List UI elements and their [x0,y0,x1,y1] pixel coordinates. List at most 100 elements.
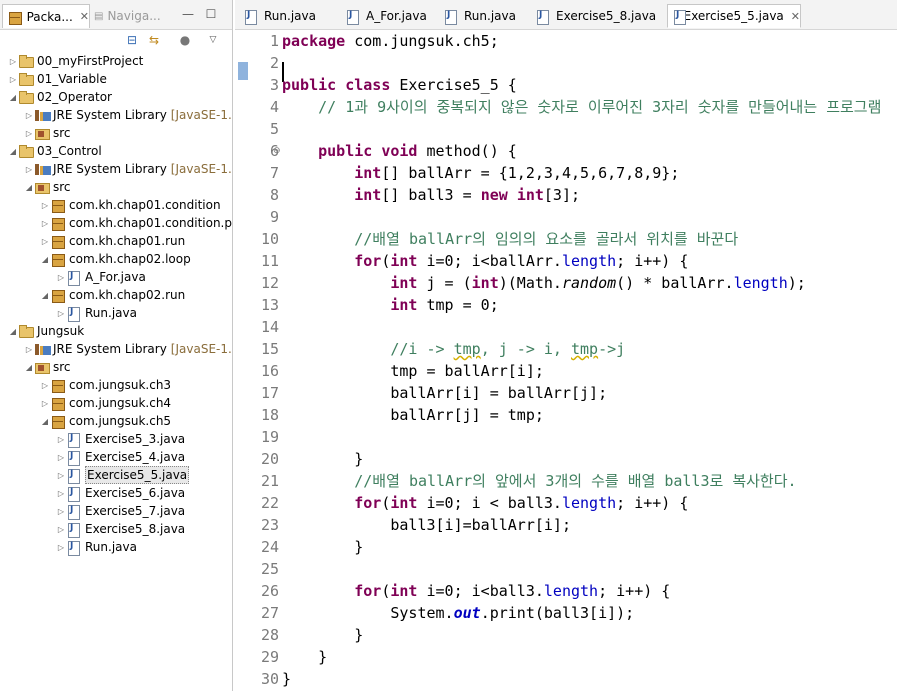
tree-item[interactable]: ▷ Exercise5_5.java [56,466,190,484]
collapsed-arrow-icon[interactable]: ▷ [56,484,66,502]
tree-item[interactable]: ▷ com.kh.chap01.condition.pra [40,214,232,232]
expanded-arrow-icon[interactable]: ◢ [8,142,18,160]
collapse-all-icon[interactable]: ⊟ [124,32,140,48]
tree-item[interactable]: ◢ src [24,178,71,196]
view-menu-icon[interactable]: ▽ [205,32,221,48]
tree-item[interactable]: ▷ A_For.java [56,268,146,286]
tree-item[interactable]: ▷ com.jungsuk.ch3 [40,376,171,394]
tree-item[interactable]: ▷ com.kh.chap01.run [40,232,185,250]
expanded-arrow-icon[interactable]: ◢ [40,286,50,304]
collapsed-arrow-icon[interactable]: ▷ [56,448,66,466]
collapsed-arrow-icon[interactable]: ▷ [40,376,50,394]
editor-tab[interactable]: Run.java [239,4,335,28]
tree-item[interactable]: ▷ Exercise5_8.java [56,520,185,538]
collapsed-arrow-icon[interactable]: ▷ [56,304,66,322]
collapsed-arrow-icon[interactable]: ▷ [56,520,66,538]
code-line[interactable]: } [282,536,363,558]
code-line[interactable]: for(int i=0; i<ballArr.length; i++) { [282,250,688,272]
expanded-arrow-icon[interactable]: ◢ [24,178,34,196]
tab-package-explorer[interactable]: Packa... ✕ [2,4,90,28]
tree-item[interactable]: ▷ JRE System Library[JavaSE-1.8] [24,106,232,124]
tree-item[interactable]: ▷ Run.java [56,538,137,556]
code-token: int [390,296,418,314]
tree-item[interactable]: ▷ 01_Variable [8,70,107,88]
collapsed-arrow-icon[interactable]: ▷ [40,196,50,214]
code-line[interactable]: tmp = ballArr[i]; [282,360,544,382]
tree-item[interactable]: ◢ Jungsuk [8,322,84,340]
tree-item[interactable]: ▷ com.jungsuk.ch4 [40,394,171,412]
collapsed-arrow-icon[interactable]: ▷ [56,268,66,286]
code-line[interactable]: ball3[i]=ballArr[i]; [282,514,571,536]
close-icon[interactable]: ✕ [80,10,89,23]
code-line[interactable]: public void method() { [282,140,517,162]
tree-item[interactable]: ▷ 00_myFirstProject [8,52,143,70]
collapsed-arrow-icon[interactable]: ▷ [24,340,34,358]
filter-icon[interactable]: ● [177,32,193,48]
collapsed-arrow-icon[interactable]: ▷ [56,430,66,448]
fold-collapse-icon[interactable]: ⊖ [273,140,281,162]
editor-tab[interactable]: Exercise5_8.java [531,4,661,28]
code-line[interactable]: System.out.print(ball3[i]); [282,602,634,624]
expanded-arrow-icon[interactable]: ◢ [40,250,50,268]
tree-item[interactable]: ▷ JRE System Library[JavaSE-1.8] [24,160,232,178]
code-token: length [561,494,617,512]
collapsed-arrow-icon[interactable]: ▷ [8,52,18,70]
editor-tab[interactable]: A_For.java [341,4,433,28]
code-line[interactable]: //i -> tmp, j -> i, tmp->j [282,338,625,360]
maximize-button[interactable]: ☐ [203,6,219,22]
code-line[interactable]: int j = (int)(Math.random() * ballArr.le… [282,272,805,294]
tree-item[interactable]: ▷ Exercise5_7.java [56,502,185,520]
tree-item[interactable]: ▷ src [24,124,71,142]
collapsed-arrow-icon[interactable]: ▷ [56,466,66,484]
code-line[interactable]: } [282,646,327,668]
code-line[interactable]: int[] ball3 = new int[3]; [282,184,580,206]
code-line[interactable]: int[] ballArr = {1,2,3,4,5,6,7,8,9}; [282,162,679,184]
tree-item[interactable]: ◢ com.kh.chap02.loop [40,250,191,268]
editor-tab[interactable]: Run.java [439,4,525,28]
tree-item[interactable]: ◢ 03_Control [8,142,102,160]
collapsed-arrow-icon[interactable]: ▷ [40,232,50,250]
code-token: tmp = ballArr[i]; [282,362,544,380]
collapsed-arrow-icon[interactable]: ▷ [56,538,66,556]
tree-item[interactable]: ◢ com.jungsuk.ch5 [40,412,171,430]
code-line[interactable]: public class Exercise5_5 { [282,74,517,96]
collapsed-arrow-icon[interactable]: ▷ [24,124,34,142]
code-line[interactable]: } [282,668,291,690]
collapsed-arrow-icon[interactable]: ▷ [56,502,66,520]
close-icon[interactable]: ✕ [791,10,800,23]
collapsed-arrow-icon[interactable]: ▷ [40,214,50,232]
minimize-button[interactable]: — [180,6,196,22]
code-line[interactable]: int tmp = 0; [282,294,498,316]
collapsed-arrow-icon[interactable]: ▷ [8,70,18,88]
tree-item[interactable]: ◢ src [24,358,71,376]
expanded-arrow-icon[interactable]: ◢ [8,88,18,106]
tree-item[interactable]: ▷ Exercise5_4.java [56,448,185,466]
code-line[interactable]: // 1과 9사이의 중복되지 않은 숫자로 이루어진 3자리 숫자를 만들어내… [282,96,881,118]
tree-item[interactable]: ▷ Run.java [56,304,137,322]
tree-item[interactable]: ◢ com.kh.chap02.run [40,286,185,304]
code-line[interactable]: ballArr[i] = ballArr[j]; [282,382,607,404]
code-line[interactable]: package com.jungsuk.ch5; [282,30,499,52]
editor-tab[interactable]: Exercise5_5.java ✕ [667,4,801,28]
code-line[interactable]: //배열 ballArr의 임의의 요소를 골라서 위치를 바꾼다 [282,228,738,250]
tree-item[interactable]: ◢ 02_Operator [8,88,112,106]
code-line[interactable]: for(int i=0; i < ball3.length; i++) { [282,492,688,514]
tree-item[interactable]: ▷ com.kh.chap01.condition [40,196,221,214]
code-line[interactable]: ballArr[j] = tmp; [282,404,544,426]
link-with-editor-icon[interactable]: ⇆ [146,32,162,48]
code-line[interactable]: //배열 ballArr의 앞에서 3개의 수를 배열 ball3로 복사한다. [282,470,796,492]
code-line[interactable]: } [282,448,363,470]
expanded-arrow-icon[interactable]: ◢ [40,412,50,430]
code-line[interactable]: for(int i=0; i<ball3.length; i++) { [282,580,670,602]
code-area[interactable]: package com.jungsuk.ch5; public class Exe… [282,30,897,691]
tab-navigator[interactable]: ▤ Naviga... [94,4,166,28]
tree-item[interactable]: ▷ Exercise5_3.java [56,430,185,448]
collapsed-arrow-icon[interactable]: ▷ [24,106,34,124]
code-line[interactable]: } [282,624,363,646]
collapsed-arrow-icon[interactable]: ▷ [40,394,50,412]
collapsed-arrow-icon[interactable]: ▷ [24,160,34,178]
tree-item[interactable]: ▷ JRE System Library[JavaSE-1.8] [24,340,232,358]
expanded-arrow-icon[interactable]: ◢ [8,322,18,340]
expanded-arrow-icon[interactable]: ◢ [24,358,34,376]
tree-item[interactable]: ▷ Exercise5_6.java [56,484,185,502]
